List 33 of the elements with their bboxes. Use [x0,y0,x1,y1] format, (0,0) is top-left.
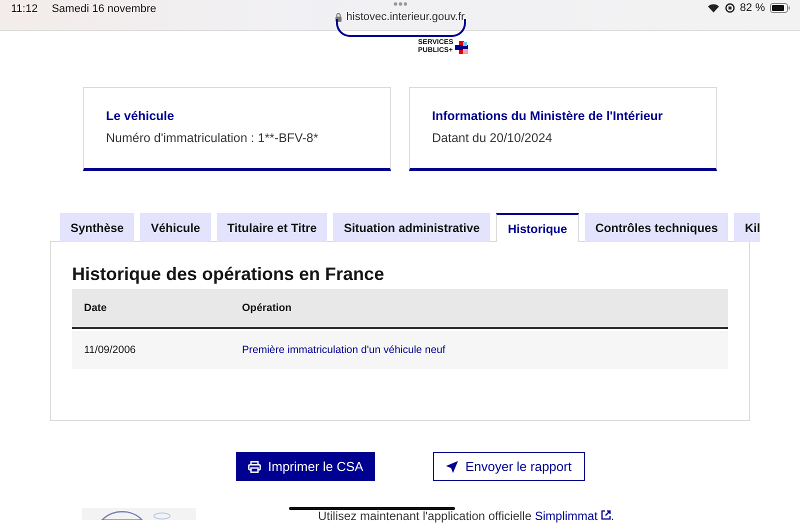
tab[interactable]: Situation administrative [333,213,490,242]
operation-cell-text: Première immatriculation d'un véhicule neuf [241,344,446,356]
print-button[interactable]: Imprimer le CSA [236,452,376,481]
tab[interactable]: Synthèse [60,213,134,242]
card-text: Numéro d'immatriculation : 1**-BFV-8* [106,131,320,145]
external-link-icon [600,510,611,520]
orientation-lock-icon [724,3,735,13]
tab[interactable]: Kil [734,213,760,242]
card-title: Le véhicule [106,109,176,123]
send-button[interactable]: Envoyer le rapport [433,452,585,481]
clock-time: 11:12 [11,3,38,15]
card-text: Datant du 20/10/2024 [432,131,554,145]
printer-icon [248,460,261,472]
wifi-icon [706,3,720,13]
column-header: Date [83,302,108,314]
lock-icon [335,12,342,22]
send-icon [446,460,458,472]
cross-logo-icon [455,40,468,54]
tab[interactable]: Véhicule [140,213,211,242]
battery-percent: 82 % [740,2,765,14]
battery-icon [770,3,790,13]
url-text[interactable]: histovec.interieur.gouv.fr [346,11,465,23]
promo-text: Utilisez maintenant l'application officielle Simplimmat . [318,510,614,522]
panel-title: Historique des opérations en France [72,264,386,285]
tab[interactable]: Titulaire et Titre [216,213,328,242]
tab[interactable]: Contrôles techniques [584,213,728,242]
date-cell-text: 11/09/2006 [83,344,137,356]
more-dots-icon[interactable] [393,2,407,6]
tab[interactable]: Historique [496,213,579,242]
simplimmat-link[interactable]: Simplimmat [534,509,611,523]
card-title: Informations du Ministère de l'Intérieur [432,109,664,123]
date-text: Samedi 16 novembre [52,3,156,15]
column-header: Opération [241,302,292,314]
